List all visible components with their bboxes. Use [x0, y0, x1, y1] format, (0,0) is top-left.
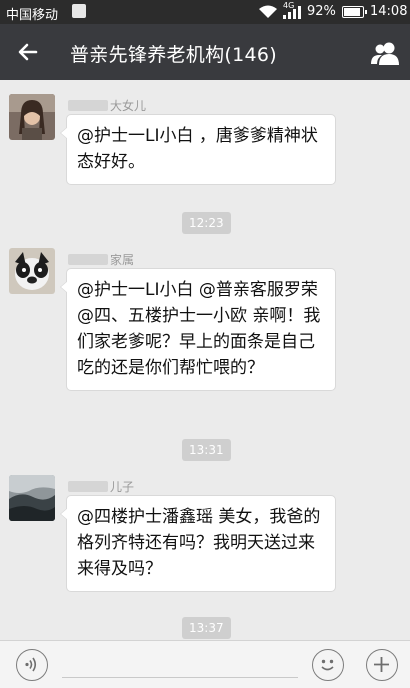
chat-message: 大女儿 @护士一LI小白 ，唐爹爹精神状态好好。 — [0, 94, 410, 194]
chat-title: 普亲先锋养老机构(146) — [70, 44, 277, 66]
battery-icon — [342, 6, 367, 18]
sender-name: 大女儿 — [68, 97, 146, 114]
group-members-icon[interactable] — [370, 40, 400, 66]
notification-app-icon — [72, 4, 86, 18]
message-text: @护士一LI小白 ，唐爹爹精神状态好好。 — [77, 126, 318, 172]
emoji-icon — [321, 659, 334, 671]
voice-input-button[interactable] — [16, 649, 48, 681]
timestamp: 12:23 — [182, 212, 231, 234]
avatar[interactable] — [9, 94, 55, 140]
sender-name: 儿子 — [68, 478, 134, 495]
avatar[interactable] — [9, 248, 55, 294]
chat-header: 普亲先锋养老机构(146) — [0, 24, 410, 80]
timestamp: 13:37 — [182, 617, 231, 639]
status-clock: 14:08 — [370, 4, 408, 19]
more-actions-button[interactable] — [366, 649, 398, 681]
redacted-name — [68, 481, 108, 492]
chat-message: 家属 @护士一LI小白 @普亲客服罗荣 @四、五楼护士一小欧 亲啊！我们家老爹呢… — [0, 248, 410, 418]
redacted-name — [68, 100, 108, 111]
signal-icon — [283, 6, 301, 19]
emoji-button[interactable] — [312, 649, 344, 681]
chat-input-bar — [0, 640, 410, 688]
carrier-label: 中国移动 — [6, 8, 59, 23]
plus-icon — [374, 657, 389, 672]
back-arrow-icon[interactable] — [14, 38, 42, 66]
battery-percent: 92% — [307, 4, 336, 19]
message-text: @四楼护士潘鑫瑶 美女，我爸的格列齐特还有吗？我明天送过来来得及吗？ — [77, 507, 321, 579]
message-text: @护士一LI小白 @普亲客服罗荣 @四、五楼护士一小欧 亲啊！我们家老爹呢？早上… — [77, 280, 321, 378]
message-input-field[interactable] — [62, 677, 298, 678]
timestamp: 13:31 — [182, 439, 231, 461]
status-bar: 中国移动 4G 92% 14:08 — [0, 0, 410, 24]
message-bubble[interactable]: @四楼护士潘鑫瑶 美女，我爸的格列齐特还有吗？我明天送过来来得及吗？ — [60, 495, 336, 592]
redacted-name — [68, 254, 108, 265]
sender-name: 家属 — [68, 251, 134, 268]
wifi-icon — [259, 5, 277, 18]
message-bubble[interactable]: @护士一LI小白 ，唐爹爹精神状态好好。 — [60, 114, 336, 185]
voice-icon — [25, 657, 37, 672]
message-bubble[interactable]: @护士一LI小白 @普亲客服罗荣 @四、五楼护士一小欧 亲啊！我们家老爹呢？早上… — [60, 268, 336, 391]
chat-message: 儿子 @四楼护士潘鑫瑶 美女，我爸的格列齐特还有吗？我明天送过来来得及吗？ — [0, 475, 410, 595]
avatar[interactable] — [9, 475, 55, 521]
